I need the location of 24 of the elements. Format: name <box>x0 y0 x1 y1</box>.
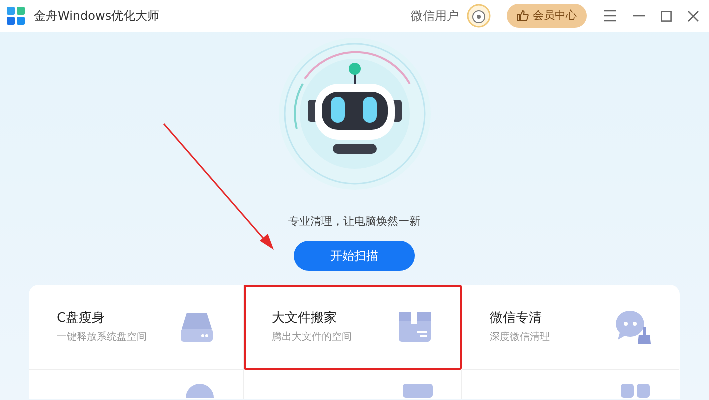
thumbs-up-icon <box>517 10 529 22</box>
tool-description: 深度微信清理 <box>490 330 550 346</box>
start-scan-button[interactable]: 开始扫描 <box>294 240 415 270</box>
tool-title[interactable]: 微信专清 <box>490 308 550 328</box>
tool-description: 一键释放系统盘空间 <box>57 330 147 346</box>
tool-title[interactable]: 大文件搬家 <box>272 308 352 328</box>
chat-broom-icon <box>615 309 651 345</box>
maximize-icon[interactable] <box>661 10 672 22</box>
menu-icon[interactable] <box>603 10 617 22</box>
tool-card[interactable]: 微信专清 深度微信清理 <box>462 285 679 370</box>
close-icon[interactable] <box>688 10 699 22</box>
minimize-icon[interactable] <box>633 15 645 17</box>
tray-icon <box>403 384 433 398</box>
tool-description: 腾出大文件的空间 <box>272 330 352 346</box>
tool-title[interactable]: C盘瘦身 <box>57 308 147 328</box>
box-icon <box>397 309 433 345</box>
user-name: 微信用户 <box>411 8 459 25</box>
tagline: 专业清理，让电脑焕然一新 <box>288 214 420 230</box>
grid-icon <box>621 384 651 398</box>
vip-center-button[interactable]: 会员中心 <box>507 4 587 28</box>
app-logo-icon <box>6 6 26 26</box>
avatar-icon[interactable] <box>467 4 491 28</box>
tool-card[interactable]: C盘瘦身 一键释放系统盘空间 <box>29 285 244 370</box>
window-title: 金舟Windows优化大师 <box>34 8 160 25</box>
